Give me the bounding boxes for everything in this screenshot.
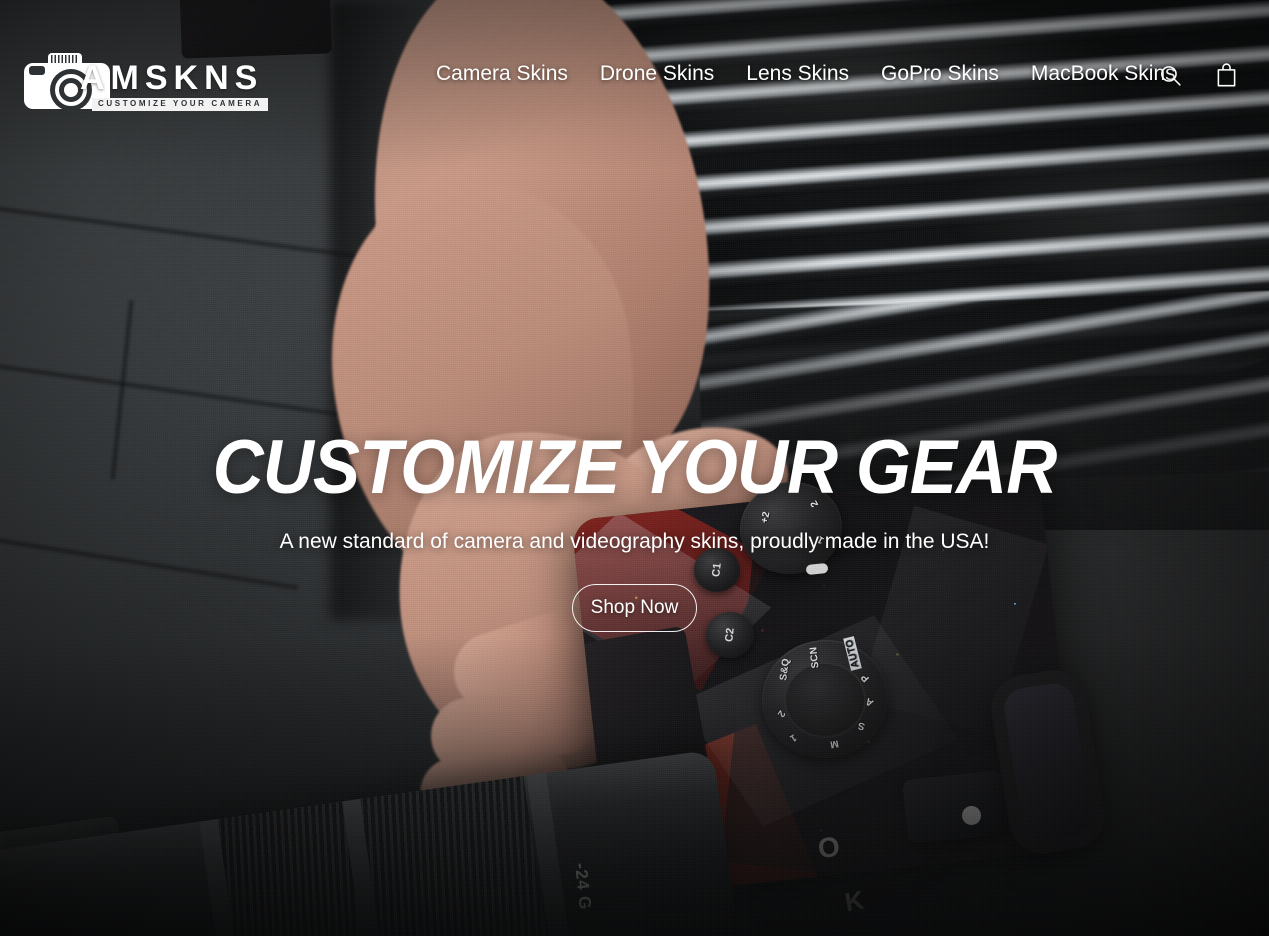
- nav-item-drone-skins[interactable]: Drone Skins: [584, 62, 730, 86]
- bottom-shadow: [0, 636, 1269, 936]
- nav-item-camera-skins[interactable]: Camera Skins: [420, 62, 584, 86]
- main-navigation: Camera Skins Drone Skins Lens Skins GoPr…: [420, 62, 1192, 86]
- page-title: CUSTOMIZE YOUR GEAR: [212, 425, 1058, 510]
- hero-section: +2 2 1 C1 C2 SCN AUTO S&Q P A S M 1 2 O …: [0, 0, 1269, 936]
- header-actions: [1155, 60, 1241, 90]
- hero-content: CUSTOMIZE YOUR GEAR A new standard of ca…: [0, 430, 1269, 632]
- nav-item-lens-skins[interactable]: Lens Skins: [730, 62, 865, 86]
- cart-icon[interactable]: [1211, 60, 1241, 90]
- logo-wordmark: AMSKNS: [80, 59, 264, 97]
- search-icon[interactable]: [1155, 60, 1185, 90]
- site-header: AMSKNS CUSTOMIZE YOUR CAMERA Camera Skin…: [0, 0, 1269, 155]
- camera-icon-hotshoe-lines: [51, 55, 79, 63]
- logo-tagline-bar: CUSTOMIZE YOUR CAMERA: [92, 98, 269, 111]
- camera-icon-flash: [29, 66, 45, 75]
- logo-tagline: CUSTOMIZE YOUR CAMERA: [98, 99, 263, 108]
- nav-item-gopro-skins[interactable]: GoPro Skins: [865, 62, 1015, 86]
- hero-subtitle: A new standard of camera and videography…: [279, 530, 990, 553]
- camera-icon-lens-core: [64, 83, 78, 97]
- logo-link[interactable]: AMSKNS CUSTOMIZE YOUR CAMERA: [24, 47, 269, 111]
- shop-now-button[interactable]: Shop Now: [572, 584, 697, 632]
